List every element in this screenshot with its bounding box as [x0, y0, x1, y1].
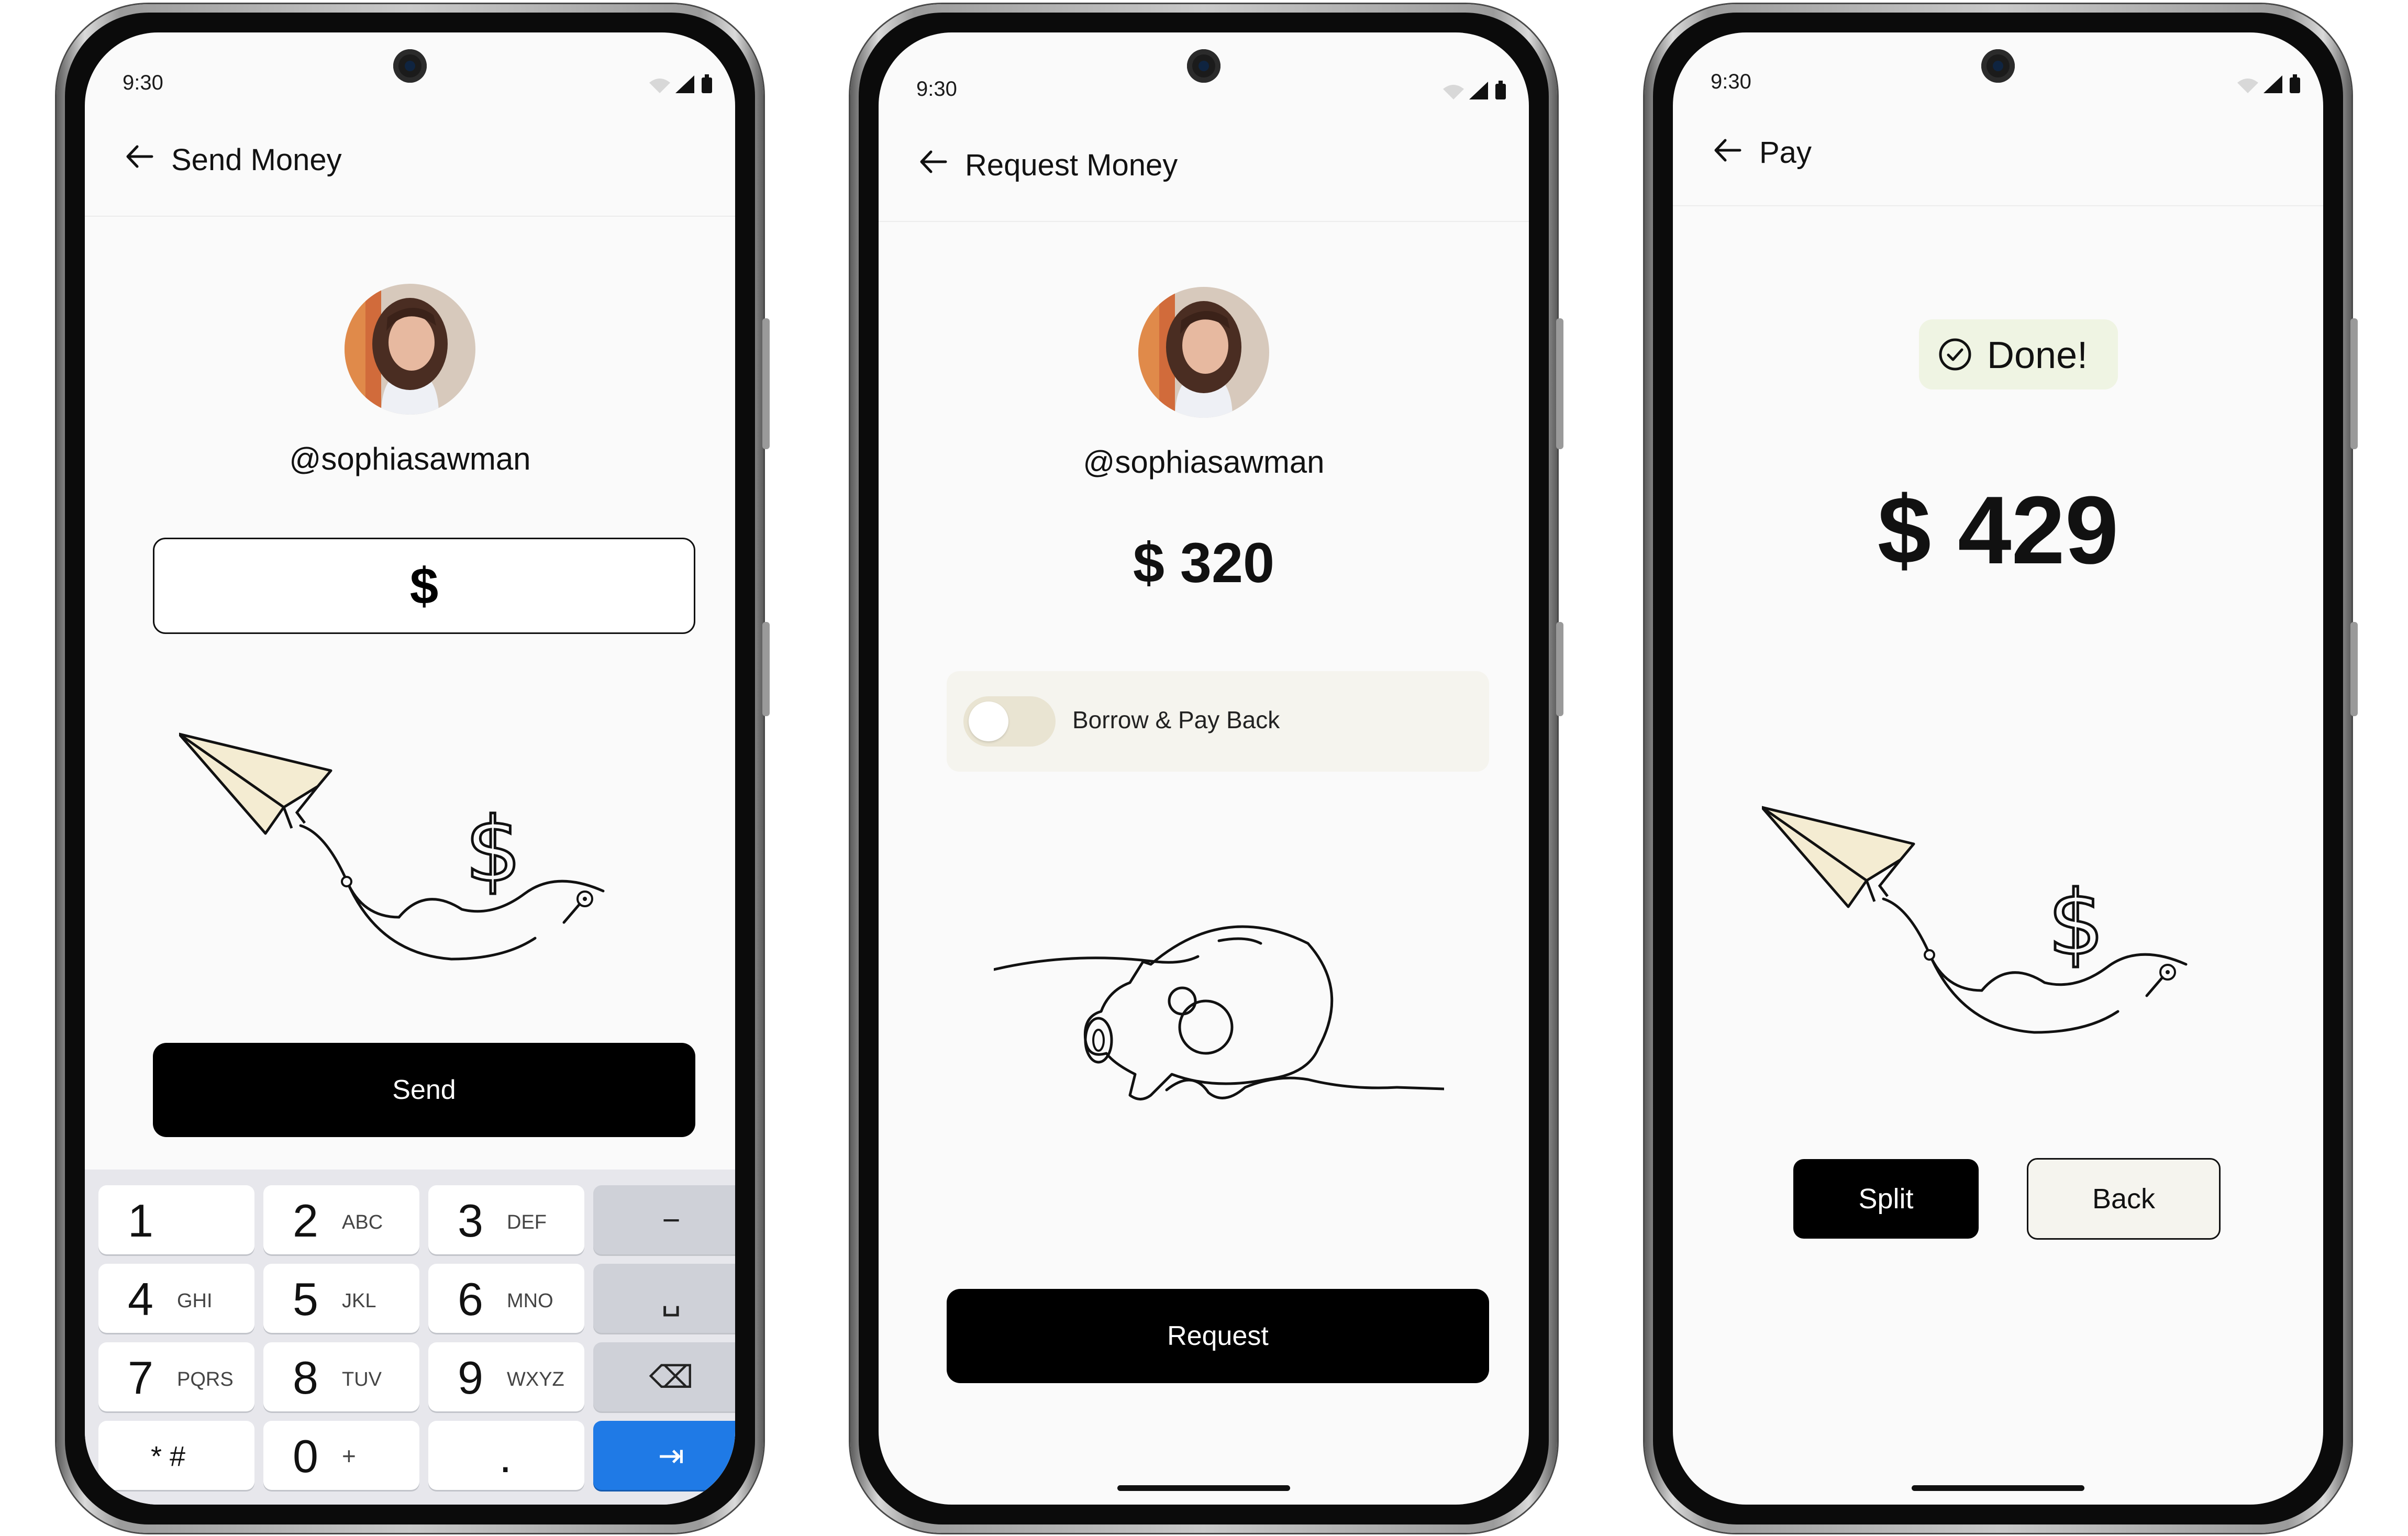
- send-button[interactable]: Send: [153, 1043, 695, 1137]
- check-circle-icon: [1939, 338, 1971, 371]
- volume-button: [762, 318, 770, 449]
- send-money-screen: 9:30 Send Money @sophiasawman $ $ Send 1…: [85, 32, 735, 1505]
- key-8[interactable]: 8 TUV: [263, 1342, 419, 1411]
- key-0[interactable]: 0 +: [263, 1421, 419, 1490]
- status-badge: Done!: [1919, 319, 2118, 389]
- phone-bezel: 9:30 Request Money @sophiasawman $ 320 B…: [859, 13, 1549, 1524]
- status-icons: [649, 74, 712, 93]
- power-button: [1556, 622, 1563, 716]
- signal-icon: [2263, 75, 2282, 93]
- paper-plane-dollar-illustration: $: [1762, 806, 2188, 1034]
- borrow-toggle-switch[interactable]: [963, 696, 1056, 747]
- toggle-label: Borrow & Pay Back: [1072, 706, 1280, 733]
- pay-screen: 9:30 Pay Done! $ 429 $ Split Back: [1673, 32, 2323, 1505]
- app-bar: Send Money: [85, 111, 735, 217]
- numeric-keypad: 1 2 ABC 3 DEF − 4 GHI 5 JKL 6 MNO ␣ 7 PQRS 8 TU…: [85, 1170, 735, 1505]
- home-indicator[interactable]: [1117, 1485, 1290, 1491]
- arrow-left-icon[interactable]: [1710, 132, 1746, 169]
- recipient-username: @sophiasawman: [289, 441, 531, 476]
- battery-icon: [1495, 84, 1506, 99]
- phone-bezel: 9:30 Send Money @sophiasawman $ $ Send 1…: [65, 13, 755, 1524]
- svg-text:$: $: [465, 798, 521, 902]
- status-icons: [1443, 81, 1506, 99]
- paper-plane-dollar-illustration: $: [179, 732, 605, 961]
- key-space[interactable]: ␣: [593, 1264, 735, 1333]
- key-9[interactable]: 9 WXYZ: [428, 1342, 584, 1411]
- wifi-icon: [2237, 79, 2258, 93]
- request-button[interactable]: Request: [947, 1289, 1489, 1383]
- key-2[interactable]: 2 ABC: [263, 1185, 419, 1254]
- split-button[interactable]: Split: [1793, 1159, 1979, 1239]
- paid-amount: $ 429: [1877, 476, 2119, 584]
- wifi-icon: [1443, 85, 1464, 99]
- front-camera: [393, 49, 427, 83]
- request-amount: $ 320: [1133, 531, 1275, 594]
- signal-icon: [675, 75, 694, 93]
- battery-icon: [2290, 77, 2300, 93]
- phone-request-money: 9:30 Request Money @sophiasawman $ 320 B…: [850, 4, 1563, 1533]
- signal-icon: [1469, 82, 1488, 99]
- front-camera: [1981, 49, 2015, 83]
- page-title: Pay: [1759, 136, 1812, 170]
- key-4[interactable]: 4 GHI: [98, 1264, 254, 1333]
- page-title: Send Money: [171, 143, 342, 177]
- status-icons: [2237, 74, 2300, 93]
- key-next[interactable]: ⇥: [593, 1421, 735, 1490]
- avatar: [1138, 287, 1269, 418]
- power-button: [2350, 622, 2358, 716]
- status-badge-label: Done!: [1987, 335, 2088, 376]
- battery-icon: [702, 77, 712, 93]
- front-camera: [1187, 49, 1220, 83]
- key-minus[interactable]: −: [593, 1185, 735, 1254]
- phone-send-money: 9:30 Send Money @sophiasawman $ $ Send 1…: [57, 4, 770, 1533]
- svg-text:$: $: [2048, 872, 2104, 975]
- key-decimal[interactable]: .: [428, 1421, 584, 1490]
- key-star-hash[interactable]: * #: [98, 1421, 254, 1490]
- key-6[interactable]: 6 MNO: [428, 1264, 584, 1333]
- home-indicator[interactable]: [1912, 1485, 2084, 1491]
- app-bar: Request Money: [879, 116, 1529, 222]
- avatar: [345, 284, 475, 415]
- key-3[interactable]: 3 DEF: [428, 1185, 584, 1254]
- status-time: 9:30: [1711, 70, 1751, 93]
- key-5[interactable]: 5 JKL: [263, 1264, 419, 1333]
- power-button: [762, 622, 770, 716]
- wifi-icon: [649, 79, 670, 93]
- request-money-screen: 9:30 Request Money @sophiasawman $ 320 B…: [879, 32, 1529, 1505]
- piggy-bank-line-illustration: [994, 925, 1444, 1100]
- status-time: 9:30: [916, 77, 957, 101]
- phone-bezel: 9:30 Pay Done! $ 429 $ Split Back: [1653, 13, 2343, 1524]
- phone-pay: 9:30 Pay Done! $ 429 $ Split Back: [1645, 4, 2358, 1533]
- amount-input[interactable]: $: [153, 538, 695, 634]
- toggle-knob: [969, 702, 1008, 741]
- status-time: 9:30: [123, 71, 163, 94]
- arrow-left-icon[interactable]: [121, 138, 158, 175]
- volume-button: [1556, 318, 1563, 449]
- key-1[interactable]: 1: [98, 1185, 254, 1254]
- key-7[interactable]: 7 PQRS: [98, 1342, 254, 1411]
- volume-button: [2350, 318, 2358, 449]
- arrow-left-icon[interactable]: [915, 143, 952, 180]
- app-bar: Pay: [1673, 106, 2323, 206]
- back-button[interactable]: Back: [2027, 1158, 2221, 1240]
- key-backspace[interactable]: ⌫: [593, 1342, 735, 1411]
- borrow-toggle-row[interactable]: Borrow & Pay Back: [947, 671, 1489, 772]
- recipient-username: @sophiasawman: [1083, 444, 1325, 480]
- page-title: Request Money: [965, 148, 1178, 182]
